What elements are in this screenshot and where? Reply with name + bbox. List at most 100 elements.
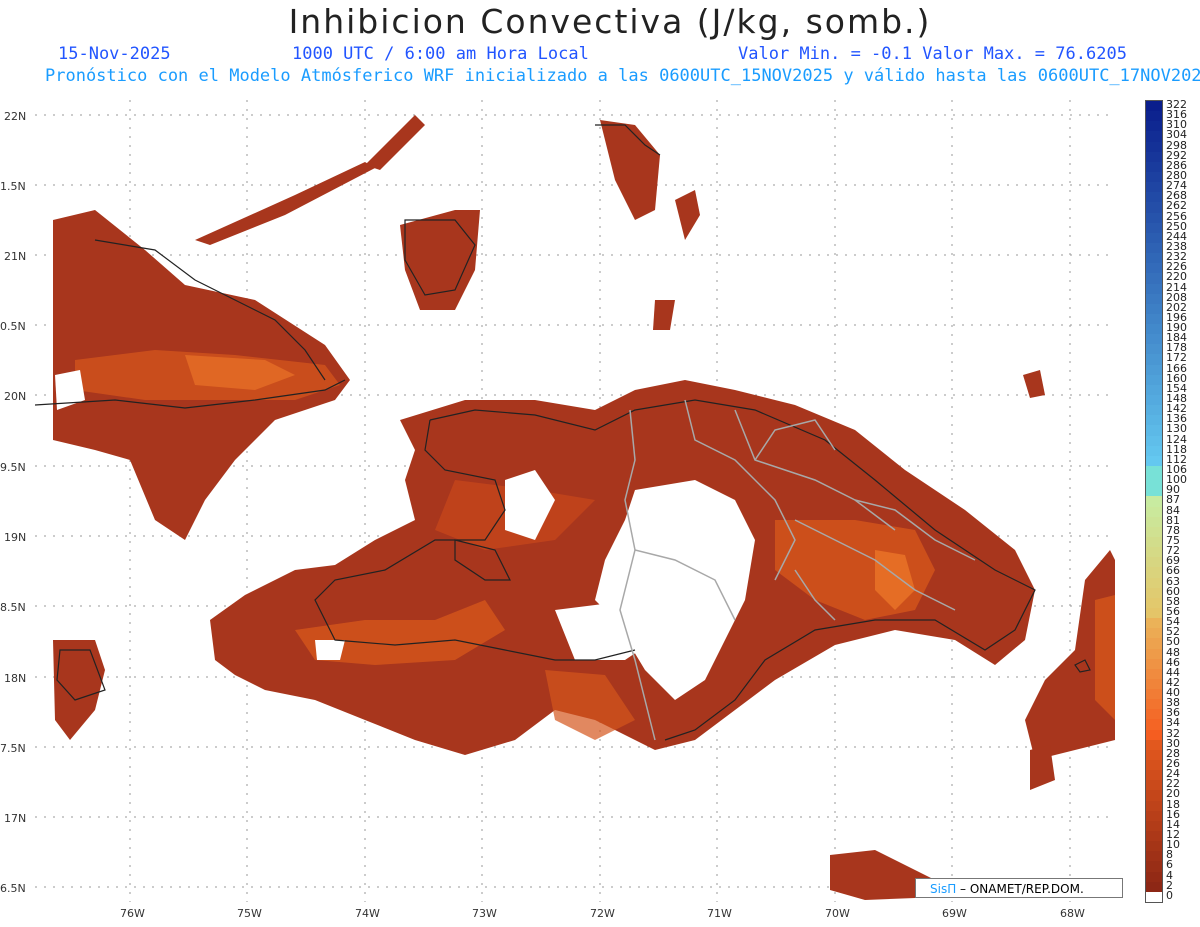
- colorbar-cell: [1146, 364, 1162, 376]
- lat-label: 20N: [4, 390, 27, 403]
- colorbar-cell: [1146, 536, 1162, 548]
- colorbar-cell: [1146, 770, 1162, 781]
- colorbar-cell: [1146, 516, 1162, 528]
- sispi-logo: SisΠ: [930, 882, 957, 896]
- lon-label: 72W: [590, 907, 615, 920]
- colorbar-cell: [1146, 293, 1162, 305]
- colorbar-cell: [1146, 749, 1162, 761]
- colorbar-cell: [1146, 597, 1162, 609]
- valid-time: 1000 UTC / 6:00 am Hora Local: [292, 44, 589, 64]
- colorbar-cell: [1146, 192, 1162, 203]
- colorbar-cell: [1146, 222, 1162, 234]
- colorbar-cell: [1146, 171, 1162, 183]
- colorbar-cell: [1146, 202, 1162, 214]
- colorbar-cell: [1146, 384, 1162, 396]
- colorbar-cell: [1146, 101, 1162, 112]
- colorbar-cell: [1146, 435, 1162, 447]
- colorbar-cell: [1146, 739, 1162, 751]
- map-title: Inhibicion Convectiva (J/kg, somb.): [288, 2, 932, 41]
- lon-label: 70W: [825, 907, 850, 920]
- colorbar: [1145, 100, 1163, 903]
- lat-label: 7.5N: [0, 742, 26, 755]
- colorbar-cell: [1146, 354, 1162, 366]
- colorbar-cell: [1146, 344, 1162, 355]
- lon-label: 76W: [120, 907, 145, 920]
- colorbar-cell: [1146, 395, 1162, 406]
- colorbar-cell: [1146, 577, 1162, 589]
- lon-label: 74W: [355, 907, 380, 920]
- colorbar-cell: [1146, 699, 1162, 710]
- colorbar-cell: [1146, 506, 1162, 518]
- colorbar-cell: [1146, 486, 1162, 497]
- colorbar-cell: [1146, 334, 1162, 345]
- colorbar-cell: [1146, 628, 1162, 639]
- colorbar-cell: [1146, 618, 1162, 629]
- colorbar-cell: [1146, 111, 1162, 122]
- colorbar-cell: [1146, 466, 1162, 477]
- lat-label: 21N: [4, 250, 27, 263]
- colorbar-cell: [1146, 283, 1162, 295]
- colorbar-cell: [1146, 253, 1162, 264]
- colorbar-cell: [1146, 273, 1162, 284]
- lat-label: 1.5N: [0, 180, 26, 193]
- lat-label: 9.5N: [0, 461, 26, 474]
- lon-label: 69W: [942, 907, 967, 920]
- colorbar-cell: [1146, 790, 1162, 802]
- colorbar-cell: [1146, 729, 1162, 741]
- lat-label: 18N: [4, 672, 27, 685]
- colorbar-cell: [1146, 607, 1162, 619]
- lon-label: 71W: [707, 907, 732, 920]
- colorbar-cell: [1146, 476, 1162, 487]
- colorbar-cell: [1146, 689, 1162, 700]
- colorbar-cell: [1146, 151, 1162, 163]
- colorbar-cell: [1146, 800, 1162, 812]
- colorbar-cell: [1146, 131, 1162, 143]
- colorbar-cell: [1146, 668, 1162, 680]
- colorbar-cell: [1146, 760, 1162, 771]
- colorbar-cell: [1146, 415, 1162, 426]
- colorbar-cell: [1146, 445, 1162, 457]
- colorbar-cell: [1146, 871, 1162, 883]
- colorbar-cell: [1146, 709, 1162, 720]
- colorbar-cell: [1146, 780, 1162, 791]
- colorbar-cell: [1146, 455, 1162, 467]
- colorbar-cell: [1146, 567, 1162, 579]
- colorbar-cell: [1146, 638, 1162, 649]
- colorbar-cell: [1146, 263, 1162, 274]
- credit-box: SisΠ – ONAMET/REP.DOM.: [915, 878, 1123, 898]
- colorbar-cell: [1146, 881, 1162, 893]
- colorbar-cell: [1146, 557, 1162, 568]
- colorbar-cell: [1146, 851, 1162, 862]
- colorbar-cell: [1146, 841, 1162, 852]
- lat-label: 8.5N: [0, 601, 26, 614]
- colorbar-cell: [1146, 831, 1162, 842]
- colorbar-cell: [1146, 891, 1162, 903]
- min-max-values: Valor Min. = -0.1 Valor Max. = 76.6205: [738, 44, 1127, 64]
- lat-label: 19N: [4, 531, 27, 544]
- colorbar-cell: [1146, 212, 1162, 224]
- colorbar-cell: [1146, 719, 1162, 731]
- weather-map-page: Inhibicion Convectiva (J/kg, somb.) 15-N…: [0, 0, 1200, 927]
- colorbar-cell: [1146, 648, 1162, 660]
- colorbar-cell: [1146, 313, 1162, 325]
- colorbar-cell: [1146, 141, 1162, 153]
- map-canvas: [35, 100, 1115, 902]
- colorbar-cell: [1146, 496, 1162, 508]
- lat-label: 0.5N: [0, 320, 26, 333]
- colorbar-cell: [1146, 182, 1162, 193]
- colorbar-cell: [1146, 526, 1162, 538]
- lon-label: 68W: [1060, 907, 1085, 920]
- colorbar-cell: [1146, 121, 1162, 132]
- lon-label: 73W: [472, 907, 497, 920]
- forecast-date: 15-Nov-2025: [58, 44, 171, 64]
- colorbar-cell: [1146, 374, 1162, 386]
- cin-field: [53, 115, 1115, 900]
- field-bahamas-1: [195, 162, 375, 245]
- colorbar-cell: [1146, 425, 1162, 437]
- forecast-info: Pronóstico con el Modelo Atmósferico WRF…: [45, 66, 1200, 86]
- colorbar-cell: [1146, 547, 1162, 558]
- colorbar-cell: [1146, 810, 1162, 822]
- lat-label: 17N: [4, 812, 27, 825]
- colorbar-cell: [1146, 324, 1162, 335]
- colorbar-label: 0: [1166, 888, 1173, 902]
